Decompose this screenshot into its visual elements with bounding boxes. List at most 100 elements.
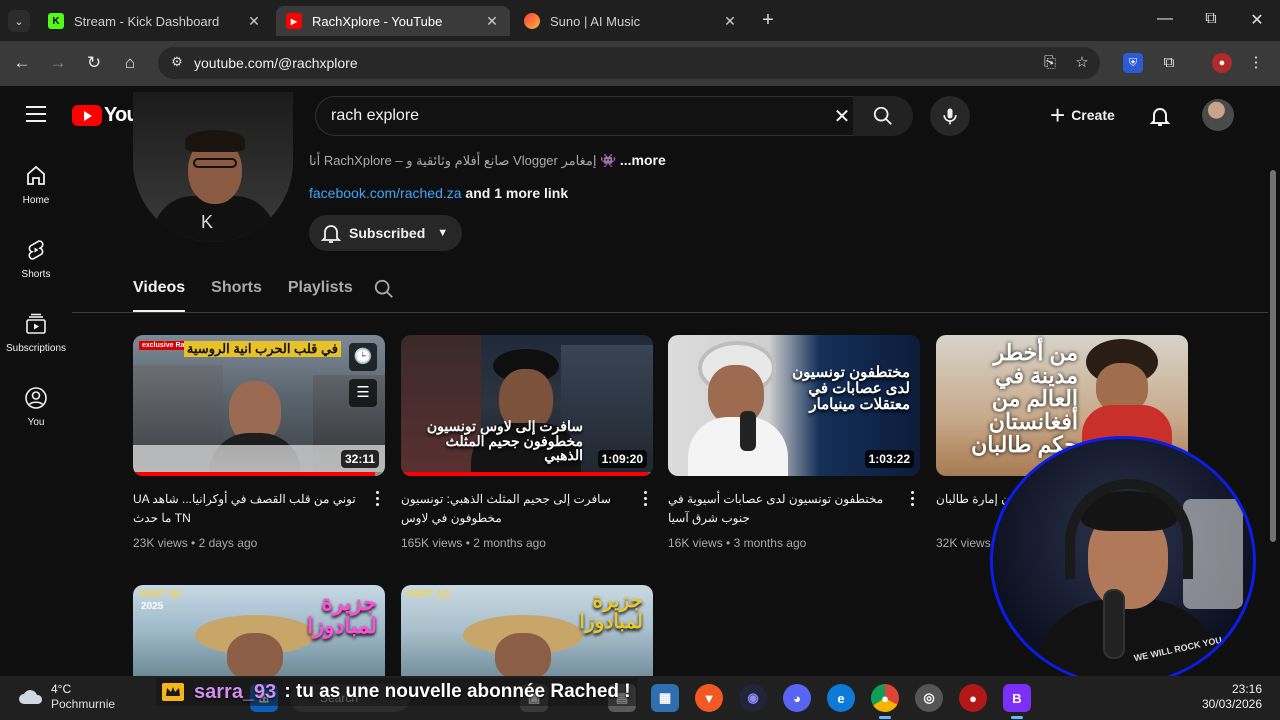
more-actions-icon[interactable] [373,491,381,506]
video-thumbnail[interactable]: PART 2|2 2025 جزيرة لمبادوزا [133,585,385,676]
restore-icon[interactable]: ⧉ [1201,10,1221,28]
edge-icon[interactable]: e [827,684,855,712]
search-icon [873,106,892,125]
discord-icon[interactable]: ◕ [783,684,811,712]
video-thumbnail[interactable]: PART 1|2 جزيرة لمبادوزا [401,585,653,676]
brave-icon[interactable]: ▼ [695,684,723,712]
sidebar-item-label: Home [22,195,50,206]
thumbnail-caption: من أخطر مدينة في العالم من أفغانستان حكم… [971,340,1078,458]
subscribed-button[interactable]: Subscribed ▼ [309,215,463,251]
channel-search-icon[interactable] [373,278,395,300]
channel-description[interactable]: أنا RachXplore – صانع أفلام وثائقية و Vl… [309,152,666,169]
video-title[interactable]: UA توني من قلب القصف في أوكرانيا... شاهد… [133,490,385,528]
weather-temperature[interactable]: 4°C [51,682,71,696]
channel-avatar[interactable]: K [133,92,293,242]
back-icon[interactable]: ← [12,53,32,73]
tab-kick-dashboard[interactable]: K Stream - Kick Dashboard ✕ [38,6,272,36]
menu-icon[interactable] [26,106,46,122]
close-icon[interactable]: ✕ [484,13,500,30]
weather-description[interactable]: Pochmurnie [51,697,115,711]
video-card[interactable]: سافرت إلى لاوس تونسيون مخطوفون جحيم المث… [401,335,653,550]
account-avatar[interactable] [1202,99,1234,131]
notifications-bell-icon[interactable] [1148,104,1172,128]
sidebar-item-shorts[interactable]: Shorts [0,238,72,280]
tab-title: Suno | AI Music [550,13,641,29]
site-info-icon[interactable]: ⚙ [168,54,186,72]
tab-shorts[interactable]: Shorts [211,276,262,312]
app-red-icon[interactable]: ● [959,684,987,712]
store-icon[interactable]: ▦ [651,684,679,712]
browser-menu-icon[interactable]: ⋮ [1246,53,1266,73]
extensions-icon[interactable]: ⧉ [1159,53,1179,73]
scrollbar-thumb[interactable] [1270,170,1276,542]
more-links-button[interactable]: and 1 more link [465,185,568,201]
app-b-icon[interactable]: B [1003,684,1031,712]
thumbnail-caption: جزيرة لمبادوزا [307,590,377,639]
video-age: 3 months ago [733,536,807,550]
bell-icon [320,225,342,243]
more-actions-icon[interactable] [641,491,649,506]
video-card[interactable]: PART 2|2 2025 جزيرة لمبادوزا [133,585,385,676]
extension-shield-icon[interactable]: ⛨ [1123,53,1143,73]
video-card[interactable]: مختطفون تونسيون لدى عصابات في معتقلات مي… [668,335,920,550]
watch-later-icon[interactable]: 🕒 [349,343,377,371]
video-thumbnail[interactable]: مختطفون تونسيون لدى عصابات في معتقلات مي… [668,335,920,476]
browser-toolbar: ← → ↻ ⌂ ⚙ youtube.com/@rachxplore ⎘ ☆ ⛨ … [0,41,1280,86]
channel-tabs: Videos Shorts Playlists [133,276,379,312]
close-icon[interactable]: ✕ [246,13,262,30]
video-title[interactable]: مختطفون تونسيون لدى عصابات أسيوية في جنو… [668,490,920,528]
reload-icon[interactable]: ↻ [84,53,104,73]
create-button[interactable]: + Create [1036,96,1129,134]
sidebar-item-you[interactable]: You [0,386,72,428]
clock-date[interactable]: 30/03/2026 [1196,697,1262,711]
chrome-icon[interactable]: ● [871,684,899,712]
obs-icon[interactable]: ◉ [739,684,767,712]
video-card[interactable]: exclusive RachXplore في قلب الحرب انية ا… [133,335,385,550]
close-window-icon[interactable]: ✕ [1247,10,1267,30]
install-app-icon[interactable]: ⎘ [1040,53,1060,73]
video-thumbnail[interactable]: سافرت إلى لاوس تونسيون مخطوفون جحيم المث… [401,335,653,476]
video-duration: 1:09:20 [597,450,647,468]
alert-message: : tu as une nouvelle abonnée Rached ! [284,681,631,702]
tab-search-button[interactable]: ⌄ [8,10,30,32]
close-icon[interactable]: ✕ [722,13,738,30]
sidebar-item-subscriptions[interactable]: Subscriptions [0,312,72,354]
search-input[interactable]: rach explore ✕ [315,96,863,136]
active-app-indicator [879,716,891,719]
tab-suno[interactable]: Suno | AI Music ✕ [514,6,748,36]
youtube-play-icon [72,105,102,126]
video-title[interactable]: سافرت إلى جحيم المثلث الذهبي: تونسيون مخ… [401,490,653,528]
kick-icon: K [48,13,64,29]
video-duration: 32:11 [340,450,379,468]
alert-username: sarra_93 [194,680,277,703]
shorts-icon [28,240,44,260]
forward-icon[interactable]: → [48,53,68,73]
watch-progress-bar [401,472,648,476]
minimize-icon[interactable]: — [1155,10,1175,28]
tab-youtube[interactable]: ▶ RachXplore - YouTube ✕ [276,6,510,36]
plus-icon: + [1050,99,1066,130]
description-more-link[interactable]: ...more [620,152,666,168]
bookmark-star-icon[interactable]: ☆ [1072,53,1092,73]
subscribed-label: Subscribed [349,225,426,241]
video-card[interactable]: PART 1|2 جزيرة لمبادوزا [401,585,653,676]
add-to-queue-icon[interactable]: ☰ [349,379,377,407]
more-actions-icon[interactable] [908,491,916,506]
video-thumbnail[interactable]: exclusive RachXplore في قلب الحرب انية ا… [133,335,385,476]
steam-icon[interactable]: ◎ [915,684,943,712]
profile-icon[interactable]: ● [1212,53,1232,73]
sidebar-item-label: You [27,417,45,428]
home-icon[interactable]: ⌂ [120,53,140,73]
new-tab-button[interactable]: + [758,9,778,32]
search-button[interactable] [853,96,913,136]
facebook-link[interactable]: facebook.com/rached.za [309,185,462,201]
clock-time[interactable]: 23:16 [1218,682,1262,696]
address-bar[interactable]: ⚙ youtube.com/@rachxplore [158,47,1100,79]
suno-icon [524,13,540,29]
voice-search-button[interactable] [930,96,970,136]
crown-icon [162,683,184,701]
tab-playlists[interactable]: Playlists [288,276,353,312]
channel-links: facebook.com/rached.za and 1 more link [309,185,568,201]
tab-videos[interactable]: Videos [133,276,186,312]
sidebar-item-home[interactable]: Home [0,164,72,206]
